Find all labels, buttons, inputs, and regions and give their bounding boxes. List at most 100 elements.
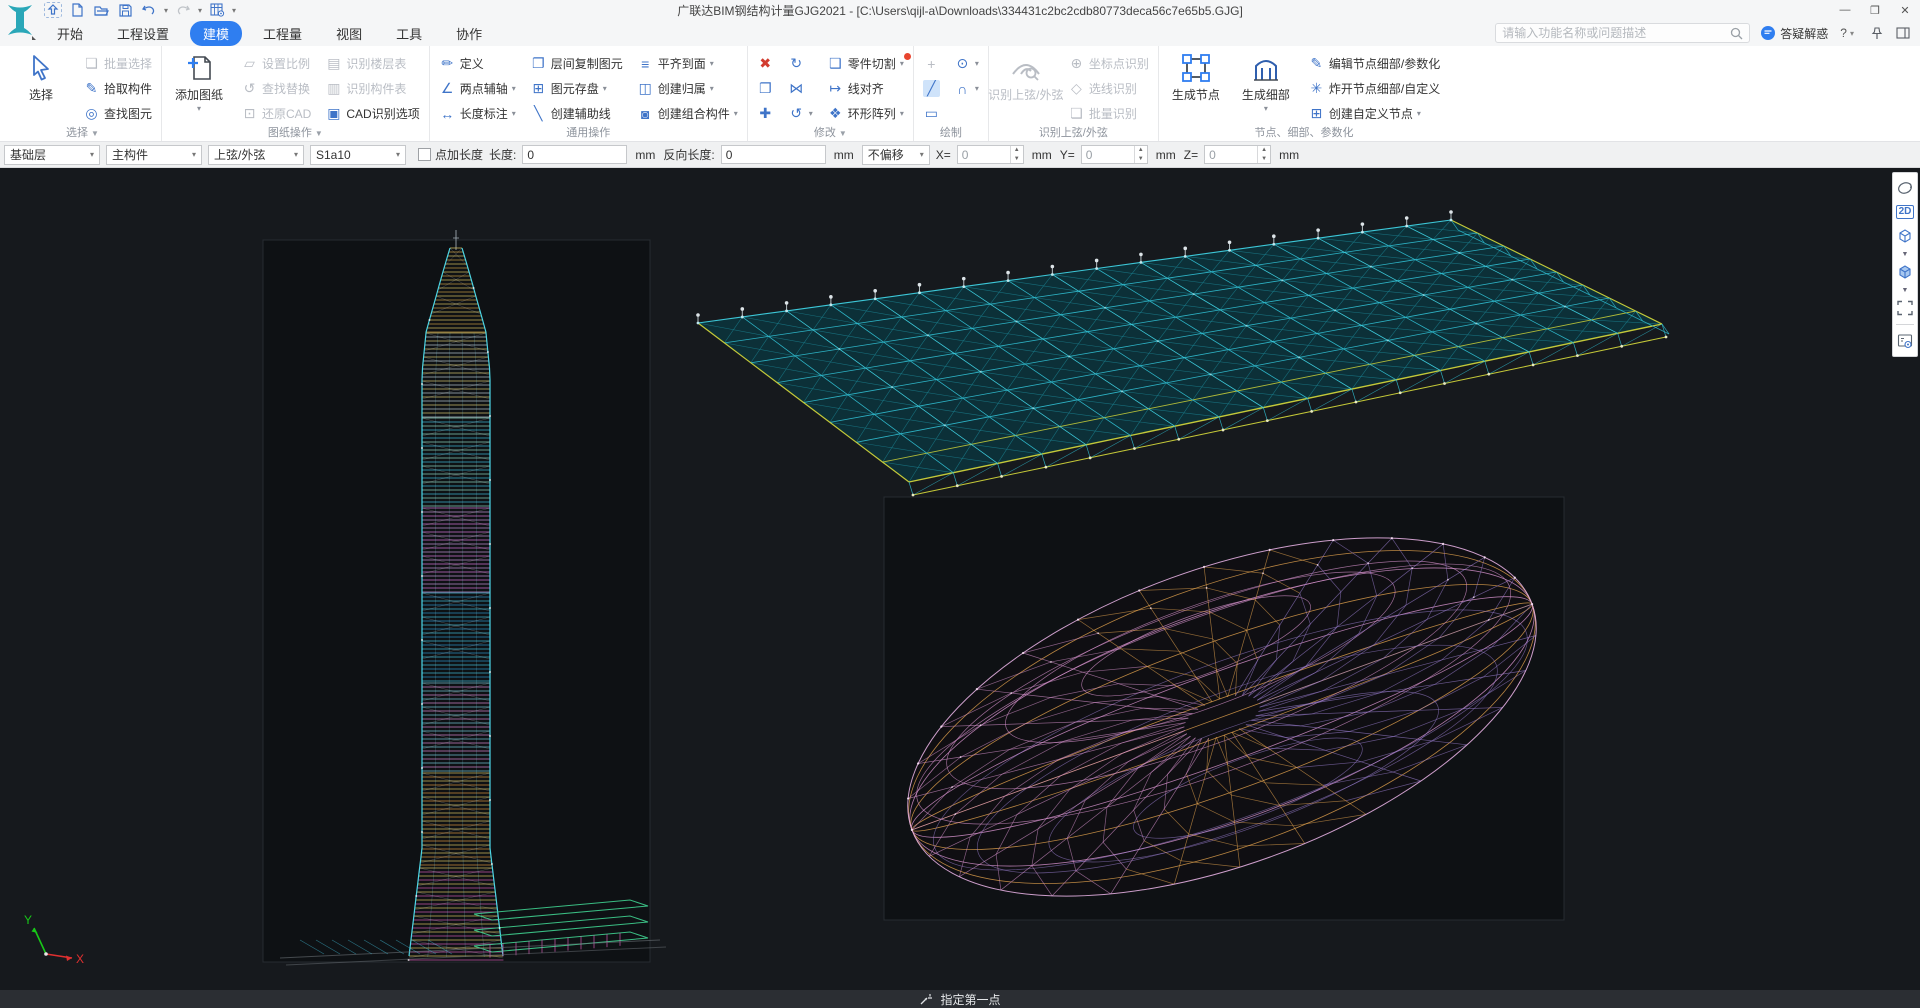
panel-layout-button[interactable] — [1894, 24, 1912, 42]
offset-select[interactable]: 不偏移▾ — [862, 145, 930, 165]
cad-recognize-options-button[interactable]: ▣CAD识别选项 — [322, 101, 422, 126]
ribbon-group-label-drawing-ops[interactable]: 图纸操作▼ — [168, 126, 423, 141]
find-element-button[interactable]: ◎查找图元 — [80, 101, 155, 126]
rotate-3d-button[interactable]: ↺▾ — [785, 101, 816, 126]
view-2d-button[interactable]: 2D — [1894, 201, 1916, 223]
draw-arc-caret[interactable]: ▾ — [975, 84, 979, 93]
quick-access-customize-caret[interactable]: ▾ — [232, 6, 236, 15]
draw-line-button[interactable]: ╱ — [920, 76, 943, 101]
restore-button[interactable]: ❐ — [1860, 1, 1890, 19]
qa-help-button[interactable]: 答疑解惑 — [1760, 25, 1828, 42]
align-to-face-button[interactable]: ≡平齐到面▾ — [634, 51, 741, 76]
length-input[interactable] — [522, 145, 627, 164]
add-drawing-caret[interactable]: ▾ — [197, 104, 201, 113]
copy-between-floors-button[interactable]: ❐层间复制图元 — [527, 51, 626, 76]
solid-view-caret[interactable]: ▼ — [1894, 285, 1916, 295]
create-combined-component-caret[interactable]: ▾ — [734, 109, 738, 118]
delete-button[interactable]: ✖ — [754, 51, 777, 76]
solid-cube-icon — [1896, 263, 1914, 281]
x-spinner[interactable]: 0▲▼ — [957, 145, 1024, 164]
rotate-3d-caret[interactable]: ▾ — [809, 109, 813, 118]
draw-arc-button[interactable]: ∩▾ — [951, 76, 982, 101]
batch-recognize-icon: ❏ — [1068, 105, 1085, 122]
generate-detail-button[interactable]: 生成细部▾ — [1235, 48, 1297, 126]
rotate-button[interactable]: ↻ — [785, 51, 816, 76]
redo-caret[interactable]: ▾ — [198, 6, 202, 15]
explode-node-detail-custom-button[interactable]: ✳炸开节点细部/自定义 — [1305, 76, 1443, 101]
reverse-length-input[interactable] — [721, 145, 826, 164]
z-spinner[interactable]: 0▲▼ — [1204, 145, 1271, 164]
help-menu[interactable]: ? ▾ — [1840, 26, 1854, 40]
new-file-button[interactable] — [68, 2, 86, 18]
align-to-face-caret[interactable]: ▾ — [710, 59, 714, 68]
redo-button[interactable] — [174, 2, 192, 18]
draw-circle-caret[interactable]: ▾ — [975, 59, 979, 68]
circular-array-caret[interactable]: ▾ — [900, 109, 904, 118]
tab-start[interactable]: 开始 — [44, 21, 96, 46]
point-add-length-checkbox[interactable]: 点加长度 — [418, 146, 483, 163]
y-spinner[interactable]: 0▲▼ — [1081, 145, 1148, 164]
generate-node-button[interactable]: 生成节点 — [1165, 48, 1227, 126]
model-viewport[interactable]: YX — [0, 168, 1920, 990]
draw-circle-button[interactable]: ⊙▾ — [951, 51, 982, 76]
pick-component-button[interactable]: ✎拾取构件 — [80, 76, 155, 101]
model-canvas[interactable]: YX 2D ▼ ▼ — [0, 168, 1920, 990]
open-file-button[interactable] — [92, 2, 110, 18]
pin-ribbon-button[interactable] — [1868, 24, 1886, 42]
tab-collaborate[interactable]: 协作 — [443, 21, 495, 46]
solid-view-button[interactable] — [1894, 261, 1916, 283]
create-custom-node-button[interactable]: ⊞创建自定义节点▾ — [1305, 101, 1443, 126]
ribbon-group-label-select[interactable]: 选择▼ — [10, 126, 155, 141]
undo-button[interactable] — [140, 2, 158, 18]
workspace-button[interactable] — [208, 2, 226, 18]
zoom-extents-button[interactable] — [1894, 297, 1916, 319]
create-custom-node-caret[interactable]: ▾ — [1417, 109, 1421, 118]
tab-quantities[interactable]: 工程量 — [250, 21, 315, 46]
wireframe-view-caret[interactable]: ▼ — [1894, 249, 1916, 259]
add-drawing-button[interactable]: 添加图纸▾ — [168, 48, 230, 126]
length-dimension-button[interactable]: ↔长度标注▾ — [436, 101, 519, 126]
circular-array-button[interactable]: ❖环形阵列▾ — [824, 101, 907, 126]
orbit-view-button[interactable] — [1894, 177, 1916, 199]
ribbon-group-label-modify[interactable]: 修改▼ — [754, 126, 907, 141]
app-logo[interactable] — [2, 1, 38, 41]
generate-detail-caret[interactable]: ▾ — [1264, 104, 1268, 113]
two-point-aux-axis-caret[interactable]: ▾ — [512, 84, 516, 93]
component-select[interactable]: 主构件▾ — [106, 145, 202, 165]
move-button[interactable]: ✚ — [754, 101, 777, 126]
select-button[interactable]: 选择 — [10, 48, 72, 126]
function-search[interactable] — [1495, 23, 1750, 43]
search-input[interactable] — [1502, 26, 1730, 40]
copy-button[interactable]: ❐ — [754, 76, 777, 101]
create-ownership-button[interactable]: ◫创建归属▾ — [634, 76, 741, 101]
tab-modeling[interactable]: 建模 — [190, 21, 242, 46]
close-button[interactable]: ✕ — [1890, 1, 1920, 19]
minimize-button[interactable]: — — [1830, 1, 1860, 19]
tab-tools[interactable]: 工具 — [383, 21, 435, 46]
save-element-caret[interactable]: ▾ — [603, 84, 607, 93]
create-combined-component-button[interactable]: ◙创建组合构件▾ — [634, 101, 741, 126]
floor-select[interactable]: 基础层▾ — [4, 145, 100, 165]
pick-component-icon: ✎ — [83, 80, 100, 97]
define-button[interactable]: ✏定义 — [436, 51, 519, 76]
draw-rectangle-button[interactable]: ▭ — [920, 101, 943, 126]
mirror-button[interactable]: ⋈ — [785, 76, 816, 101]
undo-caret[interactable]: ▾ — [164, 6, 168, 15]
display-settings-button[interactable] — [1894, 330, 1916, 352]
save-button[interactable] — [116, 2, 134, 18]
part-cut-button[interactable]: ❑零件切割▾ — [824, 51, 907, 76]
edit-node-detail-parametric-button[interactable]: ✎编辑节点细部/参数化 — [1305, 51, 1443, 76]
section-select[interactable]: S1a10▾ — [310, 145, 406, 165]
create-aux-line-button[interactable]: ╲创建辅助线 — [527, 101, 626, 126]
save-element-button[interactable]: ⊞图元存盘▾ — [527, 76, 626, 101]
line-align-button[interactable]: ↦线对齐 — [824, 76, 907, 101]
tab-view[interactable]: 视图 — [323, 21, 375, 46]
wireframe-view-button[interactable] — [1894, 225, 1916, 247]
chord-select[interactable]: 上弦/外弦▾ — [208, 145, 304, 165]
length-dimension-caret[interactable]: ▾ — [512, 109, 516, 118]
two-point-aux-axis-button[interactable]: ∠两点辅轴▾ — [436, 76, 519, 101]
publish-button[interactable] — [44, 2, 62, 18]
part-cut-caret[interactable]: ▾ — [900, 59, 904, 68]
tab-project-settings[interactable]: 工程设置 — [104, 21, 182, 46]
create-ownership-caret[interactable]: ▾ — [710, 84, 714, 93]
